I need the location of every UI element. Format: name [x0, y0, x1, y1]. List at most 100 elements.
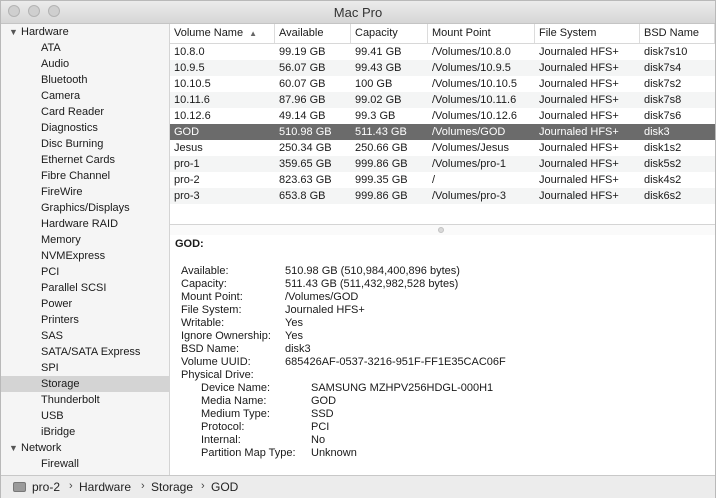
path-item-storage[interactable]: Storage — [151, 480, 193, 494]
detail-label: File System: — [181, 304, 242, 316]
sidebar-item-usb[interactable]: USB — [1, 408, 169, 424]
physical-drive-value: SAMSUNG MZHPV256HDGL-000H1 — [311, 382, 494, 394]
table-cell-capacity: 999.86 GB — [355, 190, 408, 202]
sidebar-item-memory[interactable]: Memory — [1, 232, 169, 248]
path-item-pro-2[interactable]: pro-2 — [32, 480, 60, 494]
table-cell-file-system: Journaled HFS+ — [539, 78, 619, 90]
sidebar-group-label: Hardware — [21, 26, 69, 38]
sidebar-item-thunderbolt[interactable]: Thunderbolt — [1, 392, 169, 408]
table-row[interactable]: Jesus 250.34 GB 250.66 GB/Volumes/Jesus Jou… — [170, 140, 715, 156]
detail-value: Yes — [285, 317, 303, 329]
table-cell-bsd-name: disk7s2 — [644, 78, 682, 90]
sidebar-group-network[interactable]: ▼ Network — [1, 440, 169, 456]
column-header-label: BSD Name — [644, 27, 700, 39]
table-cell-volume-name: 10.10.5 — [174, 78, 211, 90]
table-row[interactable]: pro-1 359.65 GB 999.86 GB/Volumes/pro-1 Jou… — [170, 156, 715, 172]
column-header-capacity[interactable]: Capacity — [351, 24, 428, 43]
table-cell-mount-point: /Volumes/GOD — [432, 126, 506, 138]
disclosure-triangle-icon[interactable]: ▼ — [9, 24, 21, 40]
table-row[interactable]: 10.9.5 56.07 GB 99.43 GB/Volumes/10.9.5 Jou… — [170, 60, 715, 76]
table-cell-bsd-name: disk1s2 — [644, 142, 682, 154]
sidebar-item-bluetooth[interactable]: Bluetooth — [1, 72, 169, 88]
table-cell-mount-point: /Volumes/10.12.6 — [432, 110, 518, 122]
detail-title: GOD: — [175, 238, 204, 250]
split-handle-icon[interactable] — [438, 227, 444, 233]
table-cell-volume-name: 10.8.0 — [174, 46, 205, 58]
column-header-label: Available — [279, 27, 324, 39]
column-header-available[interactable]: Available — [275, 24, 351, 43]
sidebar-item-ethernet-cards[interactable]: Ethernet Cards — [1, 152, 169, 168]
table-row[interactable]: 10.12.6 49.14 GB 99.3 GB/Volumes/10.12.6 Jo… — [170, 108, 715, 124]
sidebar-item-camera[interactable]: Camera — [1, 88, 169, 104]
physical-drive-label: Partition Map Type: — [201, 447, 296, 459]
physical-drive-value: GOD — [311, 395, 337, 407]
table-cell-file-system: Journaled HFS+ — [539, 142, 619, 154]
table-cell-available: 56.07 GB — [279, 62, 326, 74]
sidebar-item-audio[interactable]: Audio — [1, 56, 169, 72]
detail-value: 510.98 GB (510,984,400,896 bytes) — [285, 265, 460, 277]
detail-value: 685426AF-0537-3216-951F-FF1E35CAC06F — [285, 356, 506, 368]
detail-label: Writable: — [181, 317, 225, 329]
sidebar-item-fibre-channel[interactable]: Fibre Channel — [1, 168, 169, 184]
table-cell-bsd-name: disk7s6 — [644, 110, 682, 122]
column-header-volume-name[interactable]: Volume Name ▲ — [170, 24, 275, 43]
sidebar-item-hardware-raid[interactable]: Hardware RAID — [1, 216, 169, 232]
physical-drive-label: Media Name: — [201, 395, 267, 407]
sidebar-item-firewire[interactable]: FireWire — [1, 184, 169, 200]
sidebar-item-sata-sata-express[interactable]: SATA/SATA Express — [1, 344, 169, 360]
sidebar-item-ibridge[interactable]: iBridge — [1, 424, 169, 440]
chevron-right-icon: › — [141, 480, 145, 492]
table-cell-capacity: 99.02 GB — [355, 94, 402, 106]
table-row[interactable]: pro-3 653.8 GB 999.86 GB/Volumes/pro-3 Jour… — [170, 188, 715, 204]
physical-drive-label: Internal: — [201, 434, 241, 446]
disclosure-triangle-icon[interactable]: ▼ — [9, 440, 21, 456]
table-cell-available: 823.63 GB — [279, 174, 332, 186]
sidebar-group-hardware[interactable]: ▼ Hardware — [1, 24, 169, 40]
sidebar-item-ata[interactable]: ATA — [1, 40, 169, 56]
table-row[interactable]: 10.11.6 87.96 GB 99.02 GB/Volumes/10.11.6 J… — [170, 92, 715, 108]
sidebar-item-diagnostics[interactable]: Diagnostics — [1, 120, 169, 136]
sidebar-item-spi[interactable]: SPI — [1, 360, 169, 376]
detail-value: Yes — [285, 330, 303, 342]
sidebar-item-printers[interactable]: Printers — [1, 312, 169, 328]
sidebar-item-sas[interactable]: SAS — [1, 328, 169, 344]
table-cell-volume-name: 10.11.6 — [174, 94, 210, 106]
table-cell-available: 510.98 GB — [279, 126, 332, 138]
detail-value: disk3 — [285, 343, 311, 355]
table-cell-capacity: 250.66 GB — [355, 142, 408, 154]
sidebar-group-label: Network — [21, 442, 62, 454]
physical-drive-label: Medium Type: — [201, 408, 270, 420]
detail-value: /Volumes/GOD — [285, 291, 359, 303]
table-cell-capacity: 99.41 GB — [355, 46, 402, 58]
table-cell-capacity: 999.35 GB — [355, 174, 408, 186]
physical-drive-value: Unknown — [311, 447, 357, 459]
column-header-file-system[interactable]: File System — [535, 24, 640, 43]
table-row[interactable]: pro-2 823.63 GB 999.35 GB / Journaled HFS+ di… — [170, 172, 715, 188]
column-header-mount-point[interactable]: Mount Point — [428, 24, 535, 43]
table-cell-volume-name: Jesus — [174, 142, 203, 154]
table-cell-volume-name: 10.12.6 — [174, 110, 211, 122]
sidebar-item-disc-burning[interactable]: Disc Burning — [1, 136, 169, 152]
table-row[interactable]: GOD 510.98 GB 511.43 GB/Volumes/GOD Journal… — [170, 124, 715, 140]
table-cell-bsd-name: disk7s8 — [644, 94, 682, 106]
column-header-bsd-name[interactable]: BSD Name — [640, 24, 715, 43]
table-cell-capacity: 99.43 GB — [355, 62, 402, 74]
table-cell-capacity: 100 GB — [355, 78, 393, 90]
sidebar-item-card-reader[interactable]: Card Reader — [1, 104, 169, 120]
sidebar-item-graphics-displays[interactable]: Graphics/Displays — [1, 200, 169, 216]
physical-drive-label: Physical Drive: — [181, 369, 254, 381]
path-item-god[interactable]: GOD — [211, 480, 238, 494]
detail-label: BSD Name: — [181, 343, 240, 355]
sidebar-item-nvmexpress[interactable]: NVMExpress — [1, 248, 169, 264]
sidebar-item-pci[interactable]: PCI — [1, 264, 169, 280]
sidebar-item-parallel-scsi[interactable]: Parallel SCSI — [1, 280, 169, 296]
path-item-hardware[interactable]: Hardware — [79, 480, 131, 494]
table-row[interactable]: 10.8.0 99.19 GB 99.41 GB/Volumes/10.8.0 Jou… — [170, 44, 715, 60]
table-cell-bsd-name: disk3 — [644, 126, 670, 138]
table-row[interactable]: 10.10.5 60.07 GB 100 GB/Volumes/10.10.5 Jou… — [170, 76, 715, 92]
sidebar-item-storage[interactable]: Storage — [1, 376, 169, 392]
sidebar-item-firewall[interactable]: Firewall — [1, 456, 169, 472]
table-cell-file-system: Journaled HFS+ — [539, 94, 619, 106]
sidebar-item-power[interactable]: Power — [1, 296, 169, 312]
table-cell-volume-name: pro-3 — [174, 190, 200, 202]
